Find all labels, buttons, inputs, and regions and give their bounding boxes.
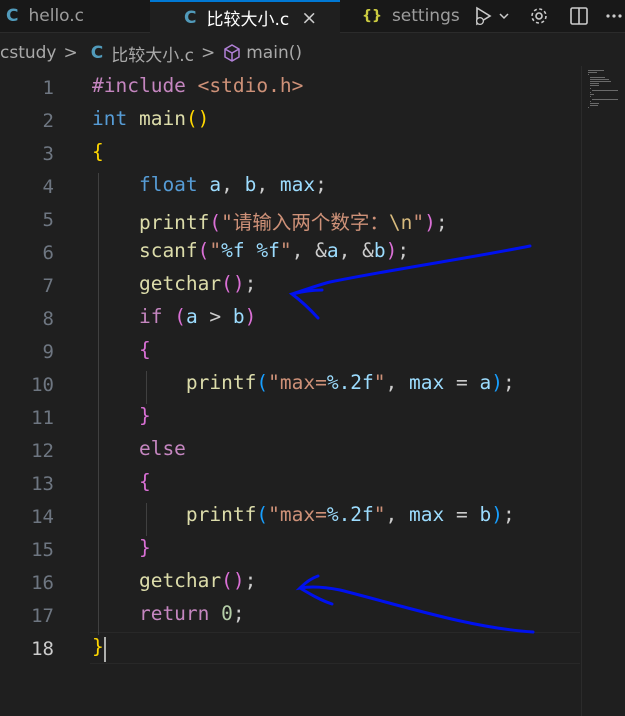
annotation-arrow-line16 bbox=[295, 574, 535, 634]
annotation-arrow-line7 bbox=[288, 244, 532, 320]
hand-drawn-annotations bbox=[288, 244, 535, 634]
